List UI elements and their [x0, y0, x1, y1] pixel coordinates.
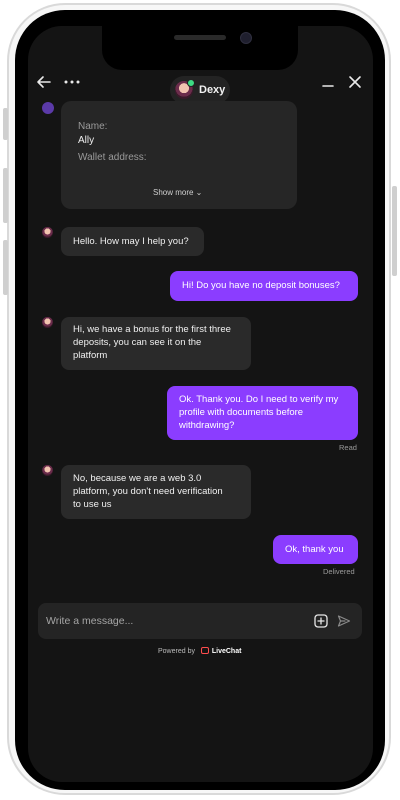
powered-by-label: Powered by [158, 648, 195, 655]
message-text: profile with documents before [179, 407, 304, 418]
show-more-button[interactable]: Show more ⌄ [153, 188, 202, 197]
close-icon[interactable] [347, 74, 363, 90]
agent-avatar [42, 465, 53, 476]
send-icon[interactable] [337, 614, 351, 628]
arrow-left-icon[interactable] [36, 74, 52, 90]
camera [240, 32, 252, 44]
agent-avatar [42, 102, 54, 114]
delivered-status: Delivered [323, 567, 355, 576]
phone-notch [102, 26, 298, 70]
name-value: Ally [78, 135, 95, 146]
message-text: Hi, we have a bonus for the first three [73, 324, 231, 335]
power-button [392, 186, 397, 276]
message-text: Ok, thank you [285, 544, 344, 555]
message-text: withdrawing? [179, 420, 235, 431]
message-text: Ok. Thank you. Do I need to verify my [179, 394, 339, 405]
message-text: deposits, you can see it on the [73, 337, 202, 348]
volume-down-button [3, 168, 8, 223]
message-composer [38, 603, 362, 639]
minimize-icon[interactable] [320, 74, 336, 90]
name-label: Name: [78, 121, 108, 132]
livechat-logo-icon [200, 647, 209, 654]
user-message: Ok. Thank you. Do I need to verify my pr… [167, 386, 358, 440]
message-text: Hello. How may I help you? [73, 236, 189, 247]
message-text: Hi! Do you have no deposit bonuses? [182, 280, 340, 291]
wallet-label: Wallet address: [78, 152, 147, 163]
message-text: to use us [73, 499, 112, 510]
brand-name[interactable]: LiveChat [212, 648, 242, 655]
agent-message: Hello. How may I help you? [61, 227, 204, 256]
add-square-icon[interactable] [314, 614, 328, 628]
agent-message: No, because we are a web 3.0 platform, y… [61, 465, 251, 519]
user-message: Ok, thank you [273, 535, 358, 564]
message-text: No, because we are a web 3.0 [73, 473, 202, 484]
user-message: Hi! Do you have no deposit bonuses? [170, 271, 358, 301]
speaker [174, 35, 226, 40]
message-text: platform [73, 350, 108, 361]
volume-up-button [3, 108, 8, 140]
powered-by: Powered by LiveChat [158, 647, 241, 655]
read-status: Read [339, 443, 357, 452]
message-text: platform, you don't need verification [73, 486, 223, 497]
online-status-dot [187, 79, 195, 87]
agent-avatar [42, 317, 53, 328]
agent-message: Hi, we have a bonus for the first three … [61, 317, 251, 370]
agent-name: Dexy [199, 84, 226, 96]
more-horizontal-icon[interactable] [63, 74, 81, 90]
agent-avatar [42, 227, 53, 238]
message-input[interactable] [46, 612, 296, 630]
mute-button [3, 240, 8, 295]
